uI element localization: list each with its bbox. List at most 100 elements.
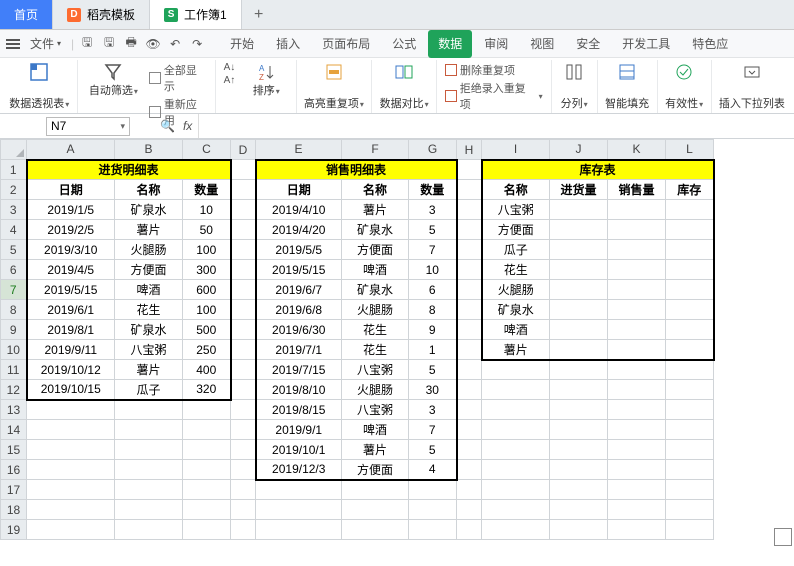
cell[interactable]	[482, 440, 550, 460]
cell[interactable]	[550, 260, 608, 280]
cell[interactable]	[115, 480, 183, 500]
cell[interactable]: 2019/12/3	[256, 460, 342, 480]
col-H[interactable]: H	[457, 140, 482, 160]
row-8[interactable]: 8	[1, 300, 27, 320]
row-4[interactable]: 4	[1, 220, 27, 240]
cell[interactable]	[482, 520, 550, 540]
cell[interactable]	[608, 460, 666, 480]
cell[interactable]: 数量	[409, 180, 457, 200]
cell[interactable]: 500	[183, 320, 231, 340]
col-I[interactable]: I	[482, 140, 550, 160]
cell[interactable]: 600	[183, 280, 231, 300]
cell[interactable]: 矿泉水	[342, 280, 409, 300]
cell[interactable]	[231, 440, 256, 460]
cell[interactable]	[457, 420, 482, 440]
cell[interactable]	[550, 320, 608, 340]
cell[interactable]	[482, 460, 550, 480]
ribbon-pivot[interactable]: 数据透视表	[2, 60, 78, 113]
cell[interactable]: 2019/2/5	[27, 220, 115, 240]
cell[interactable]	[550, 380, 608, 400]
cell[interactable]	[409, 500, 457, 520]
menu-review[interactable]: 审阅	[474, 30, 518, 58]
cell[interactable]	[183, 420, 231, 440]
cell[interactable]	[608, 520, 666, 540]
cell[interactable]: 花生	[342, 320, 409, 340]
cell[interactable]	[231, 220, 256, 240]
cell[interactable]: 2019/8/15	[256, 400, 342, 420]
cell[interactable]: 250	[183, 340, 231, 360]
cell[interactable]	[27, 480, 115, 500]
cell[interactable]	[457, 160, 482, 180]
cell[interactable]	[482, 420, 550, 440]
cell[interactable]	[457, 200, 482, 220]
cell[interactable]	[231, 160, 256, 180]
cell[interactable]	[608, 200, 666, 220]
cell[interactable]	[457, 340, 482, 360]
cell[interactable]	[550, 460, 608, 480]
cell[interactable]	[666, 340, 714, 360]
name-box[interactable]: N7▾	[46, 117, 130, 136]
cell[interactable]	[27, 520, 115, 540]
cell[interactable]	[183, 440, 231, 460]
cell[interactable]: 2019/6/7	[256, 280, 342, 300]
cell[interactable]	[231, 420, 256, 440]
cell[interactable]	[457, 400, 482, 420]
cell[interactable]: 八宝粥	[342, 400, 409, 420]
cell[interactable]: 薯片	[342, 200, 409, 220]
cell[interactable]	[666, 520, 714, 540]
cell[interactable]	[550, 200, 608, 220]
cell[interactable]: 2019/5/5	[256, 240, 342, 260]
cell[interactable]	[550, 240, 608, 260]
cell[interactable]: 2019/1/5	[27, 200, 115, 220]
cell[interactable]: 八宝粥	[482, 200, 550, 220]
cell[interactable]: 方便面	[482, 220, 550, 240]
cell[interactable]: 啤酒	[482, 320, 550, 340]
row-5[interactable]: 5	[1, 240, 27, 260]
row-13[interactable]: 13	[1, 400, 27, 420]
cell[interactable]	[666, 280, 714, 300]
cell[interactable]	[457, 480, 482, 500]
cell[interactable]: 矿泉水	[342, 220, 409, 240]
cell[interactable]	[550, 340, 608, 360]
cell[interactable]: 2019/7/15	[256, 360, 342, 380]
cell[interactable]: 2019/9/11	[27, 340, 115, 360]
cell[interactable]: 火腿肠	[115, 240, 183, 260]
row-17[interactable]: 17	[1, 480, 27, 500]
cell[interactable]	[256, 480, 342, 500]
add-tab-button[interactable]: +	[242, 0, 276, 29]
cell[interactable]: 300	[183, 260, 231, 280]
cell[interactable]: 八宝粥	[115, 340, 183, 360]
cell[interactable]	[666, 440, 714, 460]
sort-asc-icon[interactable]: A↓	[224, 62, 236, 73]
cell[interactable]	[608, 380, 666, 400]
cell[interactable]: 销售明细表	[256, 160, 457, 180]
cell[interactable]: 矿泉水	[115, 320, 183, 340]
cell[interactable]: 进货量	[550, 180, 608, 200]
ribbon-sort[interactable]: AZ 排序	[243, 62, 289, 98]
cell[interactable]	[482, 400, 550, 420]
cell[interactable]	[608, 440, 666, 460]
menu-features[interactable]: 特色应	[682, 30, 738, 58]
cell[interactable]: 2019/6/8	[256, 300, 342, 320]
cell[interactable]	[231, 320, 256, 340]
cell[interactable]	[27, 440, 115, 460]
row-9[interactable]: 9	[1, 320, 27, 340]
col-L[interactable]: L	[666, 140, 714, 160]
cell[interactable]: 1	[409, 340, 457, 360]
cell[interactable]	[666, 220, 714, 240]
cell[interactable]	[457, 180, 482, 200]
cell[interactable]	[550, 500, 608, 520]
cell[interactable]: 方便面	[115, 260, 183, 280]
ribbon-validity[interactable]: 有效性	[658, 60, 712, 113]
cell[interactable]: 啤酒	[342, 420, 409, 440]
ribbon-data-compare[interactable]: 数据对比	[372, 60, 437, 113]
tab-dao-template[interactable]: D稻壳模板	[53, 0, 150, 29]
cell[interactable]	[457, 440, 482, 460]
cell[interactable]: 名称	[482, 180, 550, 200]
cell[interactable]	[666, 420, 714, 440]
col-E[interactable]: E	[256, 140, 342, 160]
cell[interactable]: 2019/4/10	[256, 200, 342, 220]
row-18[interactable]: 18	[1, 500, 27, 520]
cell[interactable]: 400	[183, 360, 231, 380]
cell[interactable]: 5	[409, 360, 457, 380]
